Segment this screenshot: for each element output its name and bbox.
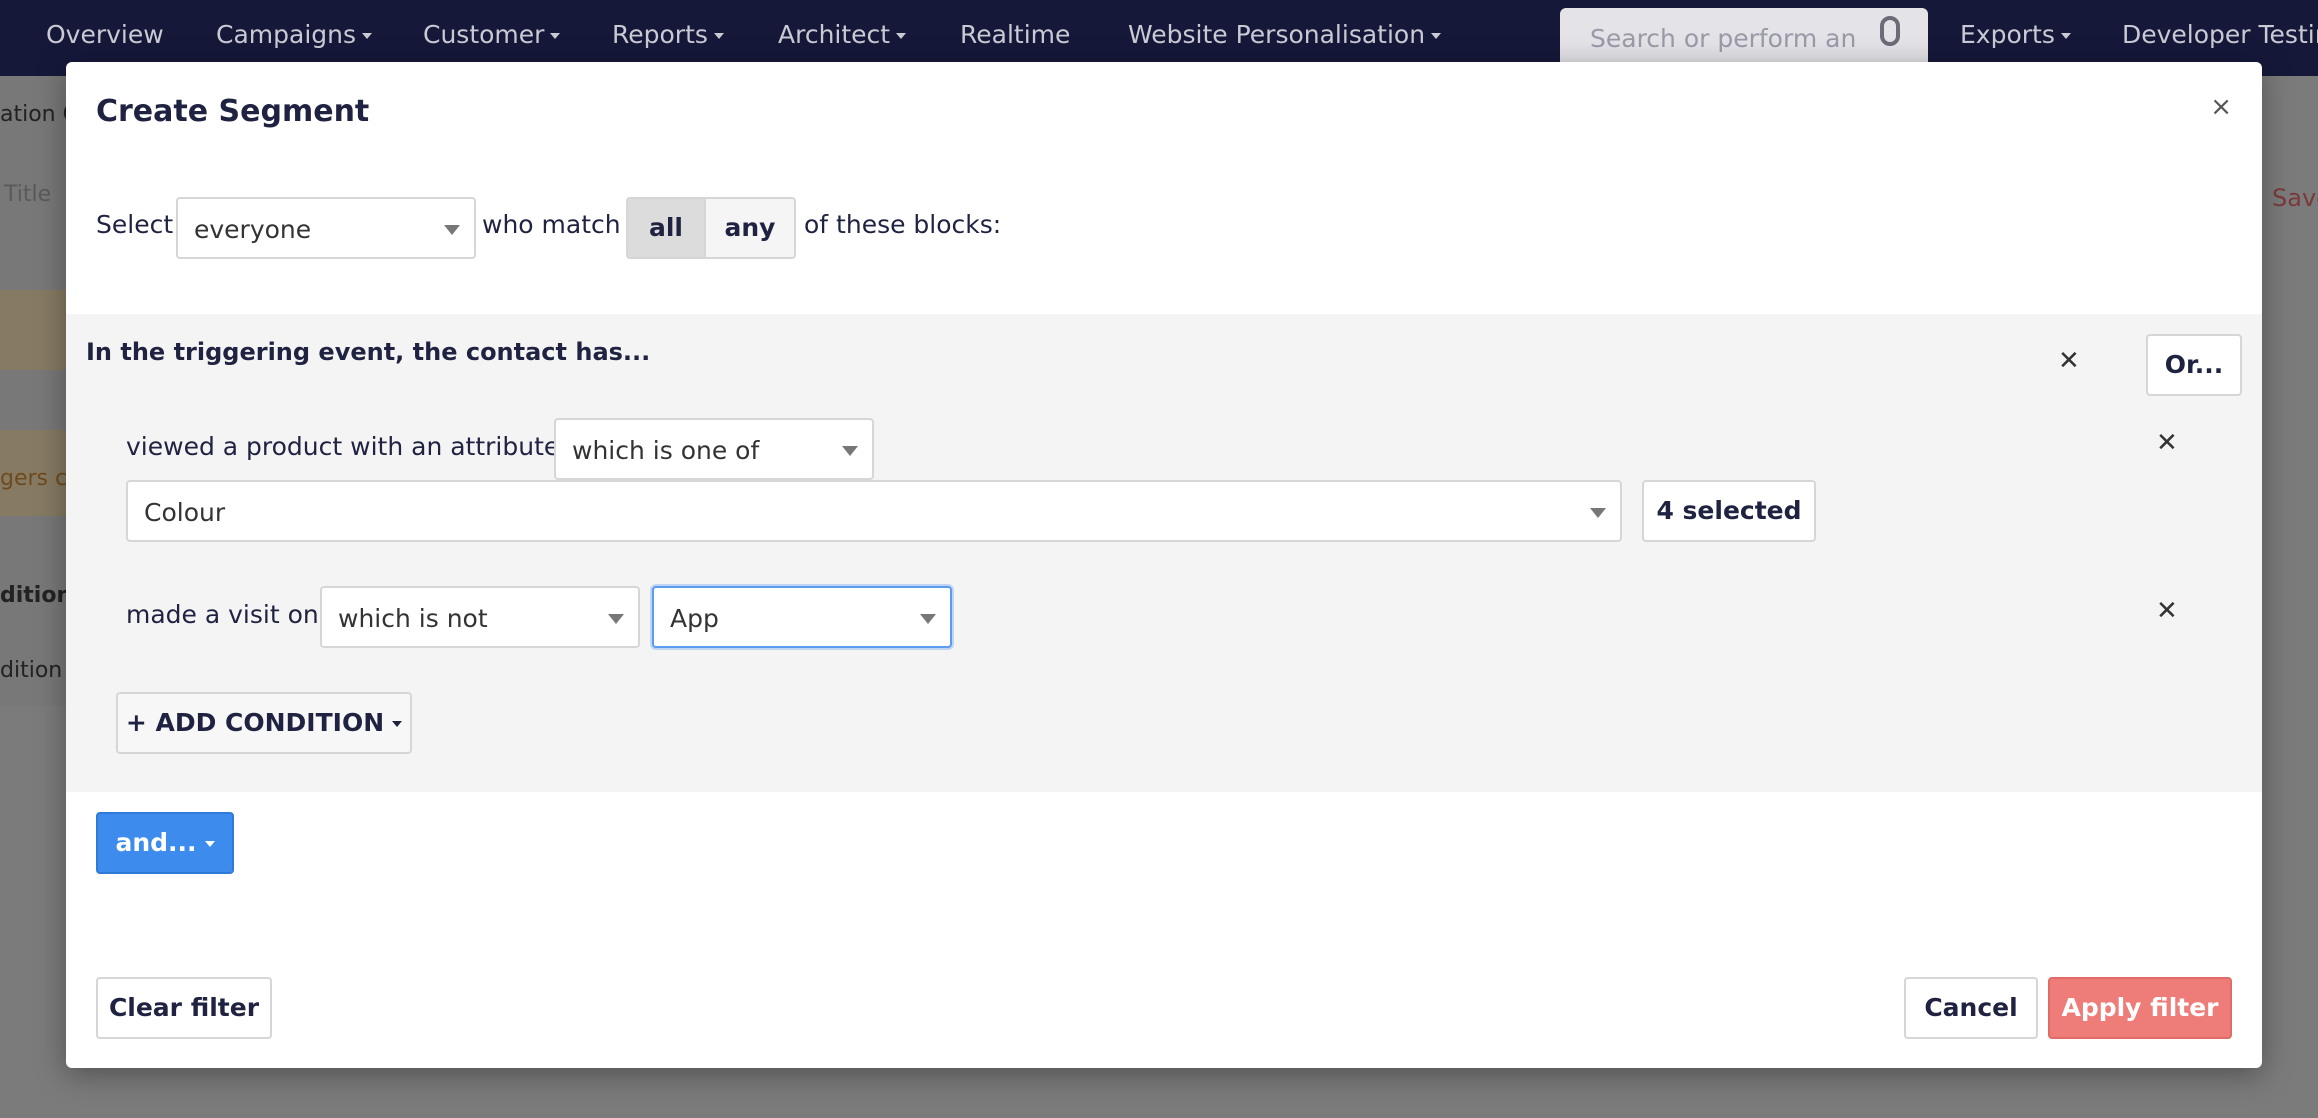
condition-label: viewed a product with an attribute: [126, 432, 560, 461]
match-all-toggle[interactable]: all: [626, 197, 706, 259]
nav-campaigns[interactable]: Campaigns: [216, 20, 373, 49]
clear-filter-button[interactable]: Clear filter: [96, 977, 272, 1039]
caret-down-icon: [713, 33, 724, 39]
nav-realtime[interactable]: Realtime: [960, 20, 1070, 49]
or-button[interactable]: Or...: [2146, 334, 2242, 396]
visit-operator-value: which is not: [338, 604, 488, 633]
caret-down-icon: [550, 33, 561, 39]
audience-select[interactable]: everyone: [176, 197, 476, 259]
visit-operator-select[interactable]: which is not: [320, 586, 640, 648]
caret-down-icon: [392, 721, 403, 727]
nav-customer-label: Customer: [423, 20, 545, 49]
nav-architect[interactable]: Architect: [778, 20, 907, 49]
create-segment-modal: Create Segment × Select everyone who mat…: [66, 62, 2262, 1068]
background-text: dition: [0, 658, 63, 683]
nav-exports-label: Exports: [1960, 20, 2055, 49]
attribute-operator-select[interactable]: which is one of: [554, 418, 874, 480]
add-condition-button[interactable]: + ADD CONDITION: [116, 692, 412, 754]
nav-website-personalisation-label: Website Personalisation: [1128, 20, 1426, 49]
nav-campaigns-label: Campaigns: [216, 20, 357, 49]
condition-block: In the triggering event, the contact has…: [66, 314, 2262, 792]
search-input[interactable]: Search or perform an: [1560, 8, 1928, 68]
nav-customer[interactable]: Customer: [423, 20, 561, 49]
and-button-label: and...: [115, 828, 197, 857]
visit-channel-select[interactable]: App: [652, 586, 952, 648]
search-placeholder: Search or perform an: [1590, 24, 1857, 53]
select-label: Select: [96, 210, 174, 239]
nav-reports[interactable]: Reports: [612, 20, 724, 49]
nav-developer-label: Developer Testin: [2122, 20, 2318, 49]
background-page: [0, 76, 70, 706]
match-any-toggle[interactable]: any: [704, 197, 796, 259]
modal-title: Create Segment: [96, 94, 370, 129]
close-icon[interactable]: ×: [2210, 92, 2232, 122]
background-text: dition: [0, 583, 73, 608]
caret-down-icon: [2060, 33, 2071, 39]
visit-channel-value: App: [670, 604, 719, 633]
block-title: In the triggering event, the contact has…: [86, 338, 651, 366]
dropdown-arrow-icon: [608, 614, 624, 624]
dropdown-arrow-icon: [444, 225, 460, 235]
caret-down-icon: [896, 33, 907, 39]
cancel-button[interactable]: Cancel: [1904, 977, 2038, 1039]
dropdown-arrow-icon: [920, 614, 936, 624]
and-button[interactable]: and...: [96, 812, 234, 874]
remove-condition-icon[interactable]: ✕: [2156, 596, 2178, 626]
caret-down-icon: [1431, 33, 1442, 39]
remove-block-icon[interactable]: ✕: [2058, 346, 2080, 376]
nav-realtime-label: Realtime: [960, 20, 1071, 49]
background-save-link: Save: [2272, 184, 2318, 212]
attribute-select-value: Colour: [144, 498, 226, 527]
of-blocks-label: of these blocks:: [804, 210, 1002, 239]
background-banner-top: [0, 290, 66, 370]
microphone-icon[interactable]: [1880, 16, 1900, 46]
nav-developer-testing[interactable]: Developer Testin: [2122, 20, 2318, 49]
attribute-operator-value: which is one of: [572, 436, 760, 465]
nav-exports[interactable]: Exports: [1960, 20, 2071, 49]
nav-website-personalisation[interactable]: Website Personalisation: [1128, 20, 1442, 49]
apply-filter-button[interactable]: Apply filter: [2048, 977, 2232, 1039]
background-banner-text: gers c: [0, 466, 68, 491]
condition-label: made a visit on: [126, 600, 319, 629]
caret-down-icon: [362, 33, 373, 39]
background-title-field: Title: [4, 182, 52, 207]
values-multiselect-button[interactable]: 4 selected: [1642, 480, 1816, 542]
attribute-select[interactable]: Colour: [126, 480, 1622, 542]
who-match-label: who match: [482, 210, 621, 239]
audience-select-value: everyone: [194, 215, 312, 244]
nav-overview-label: Overview: [46, 20, 164, 49]
add-condition-label: + ADD CONDITION: [125, 708, 385, 737]
nav-reports-label: Reports: [612, 20, 708, 49]
dropdown-arrow-icon: [842, 446, 858, 456]
caret-down-icon: [204, 841, 215, 847]
remove-condition-icon[interactable]: ✕: [2156, 428, 2178, 458]
nav-overview[interactable]: Overview: [46, 20, 164, 49]
nav-architect-label: Architect: [778, 20, 891, 49]
dropdown-arrow-icon: [1590, 508, 1606, 518]
